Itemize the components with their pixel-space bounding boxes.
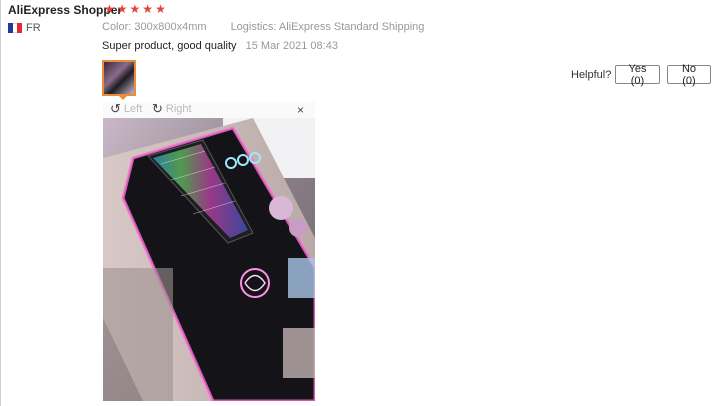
helpful-label: Helpful? <box>571 69 612 81</box>
color-label: Color: <box>102 21 132 33</box>
review-date: 15 Mar 2021 08:43 <box>245 40 338 52</box>
star-icon: ★ <box>142 2 154 16</box>
helpful-yes-button[interactable]: Yes (0) <box>615 63 660 87</box>
rotate-left-button[interactable]: ↺ Left <box>110 101 143 116</box>
rotate-left-icon: ↺ <box>110 101 121 116</box>
color-value: 300x800x4mm <box>134 21 207 33</box>
color-info: Color: 300x800x4mm <box>102 21 207 33</box>
logistics-info: Logistics: AliExpress Standard Shipping <box>231 21 425 33</box>
review-photo-image <box>103 118 315 401</box>
star-icon: ★ <box>104 2 115 16</box>
rating-stars: ★ ★ ★ ★ ★ <box>104 2 166 16</box>
country-code: FR <box>26 22 41 34</box>
review-photo <box>103 118 315 401</box>
reviewer-country: FR <box>8 22 41 34</box>
close-icon[interactable]: × <box>297 103 304 117</box>
helpful-no-button[interactable]: No (0) <box>667 63 711 87</box>
logistics-label: Logistics: <box>230 21 277 33</box>
logistics-value: AliExpress Standard Shipping <box>278 21 425 33</box>
review-photo-thumbnail[interactable] <box>102 60 136 100</box>
rotate-right-label: Right <box>165 103 192 115</box>
star-icon: ★ <box>155 2 166 16</box>
star-icon: ★ <box>116 2 128 16</box>
star-icon: ★ <box>129 2 141 16</box>
rotate-left-label: Left <box>123 103 143 115</box>
rotate-right-icon: ↻ <box>152 101 163 116</box>
flag-icon <box>8 23 23 33</box>
review-body: Super product, good quality 15 Mar 2021 … <box>102 40 338 52</box>
review-text: Super product, good quality <box>102 40 237 52</box>
rotate-right-button[interactable]: ↻ Right <box>152 101 192 116</box>
review-meta: Color: 300x800x4mm Logistics: AliExpress… <box>102 21 424 33</box>
left-border <box>0 0 1 406</box>
